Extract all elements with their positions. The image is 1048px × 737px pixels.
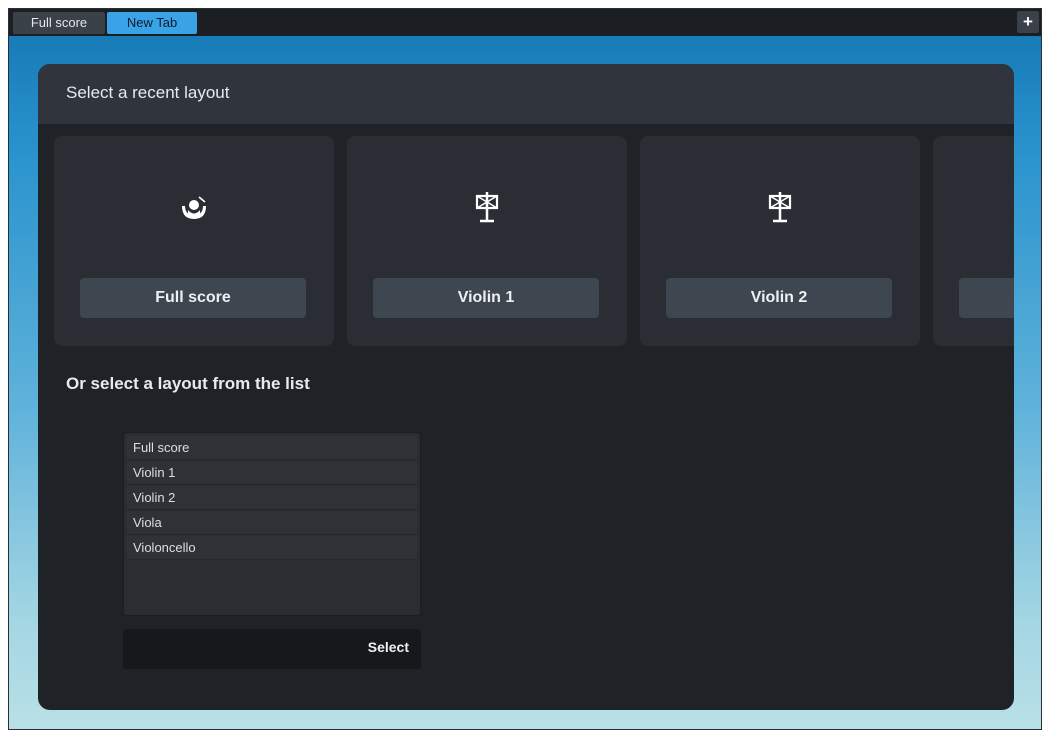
tab-bar: Full score New Tab + (9, 9, 1041, 36)
list-item[interactable]: Violoncello (127, 536, 417, 560)
recent-layout-button[interactable]: Violin 2 (666, 278, 892, 318)
recent-layout-button[interactable]: Violin 1 (373, 278, 599, 318)
select-bar: Select (123, 629, 421, 669)
app-window: Full score New Tab + Select a recent lay… (8, 8, 1042, 730)
list-section-title: Or select a layout from the list (66, 374, 310, 393)
music-stand-icon (768, 192, 792, 223)
recent-layout-title: Select a recent layout (66, 83, 230, 102)
music-stand-icon (475, 192, 499, 223)
recent-layout-card-partial[interactable] (933, 136, 1014, 346)
list-item[interactable]: Full score (127, 436, 417, 460)
select-button[interactable]: Select (368, 639, 409, 655)
new-tab-button[interactable]: + (1017, 11, 1039, 33)
tab-full-score[interactable]: Full score (13, 12, 105, 34)
panel-header: Select a recent layout (38, 64, 1014, 124)
recent-layout-button[interactable] (959, 278, 1014, 318)
layout-list: Full score Violin 1 Violin 2 Viola Violo… (123, 432, 421, 616)
recent-layout-card-violin-2[interactable]: Violin 2 (640, 136, 920, 346)
list-item[interactable]: Violin 1 (127, 461, 417, 485)
recent-layout-card-violin-1[interactable]: Violin 1 (347, 136, 627, 346)
plus-icon: + (1023, 12, 1033, 31)
list-item[interactable]: Violin 2 (127, 486, 417, 510)
tab-new-tab[interactable]: New Tab (107, 12, 197, 34)
recent-layout-card-full-score[interactable]: Full score (54, 136, 334, 346)
layout-picker-panel: Select a recent layout Full score Violin… (38, 64, 1014, 710)
recent-layout-button[interactable]: Full score (80, 278, 306, 318)
conductor-icon (182, 196, 206, 219)
list-item[interactable]: Viola (127, 511, 417, 535)
